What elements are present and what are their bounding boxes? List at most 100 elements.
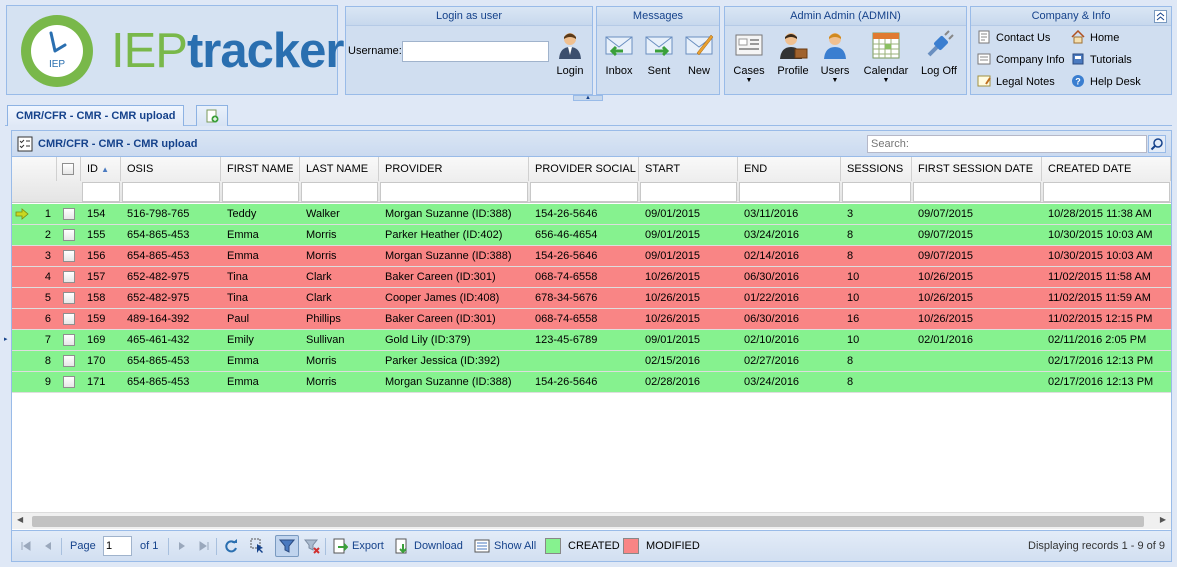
- contact-document-icon: [978, 30, 990, 44]
- row-checkbox[interactable]: [63, 250, 75, 262]
- row-checkbox[interactable]: [63, 271, 75, 283]
- row-number: 2: [44, 229, 51, 241]
- inbox-button[interactable]: Inbox: [597, 29, 641, 77]
- filter-provider[interactable]: [380, 182, 528, 202]
- table-row[interactable]: 5 158 652-482-975 Tina Clark Cooper James (ID…: [12, 288, 1171, 309]
- filter-sessions[interactable]: [842, 182, 911, 202]
- cell-sessions: 3: [847, 208, 854, 220]
- horizontal-scrollbar[interactable]: ◀ ▶: [12, 512, 1171, 529]
- checklist-icon: [17, 136, 33, 152]
- table-row[interactable]: 2 155 654-865-453 Emma Morris Parker Heather …: [12, 225, 1171, 246]
- logo: IEP IEPtracker: [6, 5, 344, 95]
- table-row[interactable]: 3 156 654-865-453 Emma Morris Morgan Suzanne …: [12, 246, 1171, 267]
- table-row[interactable]: 8 170 654-865-453 Emma Morris Parker Jessica …: [12, 351, 1171, 372]
- column-header-id[interactable]: ID ▲: [81, 157, 121, 181]
- column-header-start[interactable]: START: [639, 157, 738, 181]
- cell-provider: Parker Heather (ID:402): [385, 229, 503, 241]
- new-message-button[interactable]: New: [677, 29, 721, 77]
- cell-created-date: 02/17/2016 12:13 PM: [1048, 376, 1154, 388]
- cell-first-session-date: 10/26/2015: [918, 313, 974, 325]
- toolbar-separator: [61, 538, 62, 555]
- side-collapse-arrow-icon[interactable]: ▸: [4, 335, 8, 351]
- refresh-icon[interactable]: [223, 538, 239, 554]
- cell-created-date: 02/11/2016 2:05 PM: [1048, 334, 1147, 346]
- row-checkbox[interactable]: [63, 334, 75, 346]
- column-header-provider-social[interactable]: PROVIDER SOCIAL: [529, 157, 639, 181]
- column-header-sessions[interactable]: SESSIONS: [841, 157, 912, 181]
- filter-id[interactable]: [82, 182, 120, 202]
- filter-created-date[interactable]: [1043, 182, 1170, 202]
- table-row[interactable]: 9 171 654-865-453 Emma Morris Morgan Suzanne …: [12, 372, 1171, 393]
- row-checkbox[interactable]: [63, 376, 75, 388]
- search-input[interactable]: [867, 135, 1147, 153]
- header-splitter-handle[interactable]: ▲: [573, 95, 603, 101]
- logoff-plug-icon: [927, 30, 954, 57]
- filter-first-session-date[interactable]: [913, 182, 1041, 202]
- logoff-button[interactable]: Log Off: [917, 29, 961, 77]
- search-button[interactable]: [1148, 135, 1166, 153]
- cell-last-name: Morris: [306, 229, 337, 241]
- last-page-icon[interactable]: [196, 538, 212, 554]
- page-number-input[interactable]: [103, 536, 132, 556]
- cell-first-session-date: 10/26/2015: [918, 271, 974, 283]
- clear-filter-icon[interactable]: [304, 538, 320, 554]
- cell-id: 155: [87, 229, 106, 241]
- filter-osis[interactable]: [122, 182, 220, 202]
- scrollbar-thumb[interactable]: [32, 516, 1144, 527]
- tab-cmr-upload[interactable]: CMR/CFR - CMR - CMR upload: [7, 105, 185, 126]
- login-button[interactable]: Login: [548, 29, 592, 77]
- filter-end[interactable]: [739, 182, 840, 202]
- legal-notes-link[interactable]: Legal Notes: [977, 73, 1055, 91]
- column-header-end[interactable]: END: [738, 157, 841, 181]
- company-info-link[interactable]: Company Info: [977, 51, 1064, 69]
- row-checkbox[interactable]: [63, 229, 75, 241]
- home-link[interactable]: Home: [1071, 29, 1119, 47]
- add-tab-button[interactable]: [196, 105, 228, 126]
- cell-end: 03/24/2016: [744, 376, 800, 388]
- help-desk-link[interactable]: ? Help Desk: [1071, 73, 1141, 91]
- cell-provider: Baker Careen (ID:301): [385, 313, 496, 325]
- scroll-left-icon[interactable]: ◀: [17, 515, 23, 524]
- table-row[interactable]: 7 169 465-461-432 Emily Sullivan Gold Lily (I…: [12, 330, 1171, 351]
- cell-id: 170: [87, 355, 106, 367]
- select-all-checkbox[interactable]: [62, 163, 74, 175]
- grid-body: 1 154 516-798-765 Teddy Walker Morgan Suzanne…: [12, 204, 1171, 512]
- column-header-last-name[interactable]: LAST NAME: [300, 157, 379, 181]
- filter-provider-social[interactable]: [530, 182, 638, 202]
- row-checkbox[interactable]: [63, 313, 75, 325]
- contact-us-link[interactable]: Contact Us: [977, 29, 1050, 47]
- table-row[interactable]: 1 154 516-798-765 Teddy Walker Morgan Suzanne…: [12, 204, 1171, 225]
- users-button[interactable]: Users ▼: [813, 29, 857, 85]
- tutorials-link[interactable]: Tutorials: [1071, 51, 1132, 69]
- column-header-created-date[interactable]: CREATED DATE: [1042, 157, 1171, 181]
- cases-button[interactable]: Cases ▼: [727, 29, 771, 85]
- users-icon: [824, 33, 846, 59]
- table-row[interactable]: 4 157 652-482-975 Tina Clark Baker Careen (ID…: [12, 267, 1171, 288]
- sent-button[interactable]: Sent: [637, 29, 681, 77]
- filter-last-name[interactable]: [301, 182, 378, 202]
- column-header-first-session-date[interactable]: FIRST SESSION DATE: [912, 157, 1042, 181]
- collapse-icon[interactable]: [1154, 10, 1167, 23]
- row-checkbox[interactable]: [63, 292, 75, 304]
- cell-end: 02/14/2016: [744, 250, 800, 262]
- next-page-icon[interactable]: [174, 538, 190, 554]
- calendar-button[interactable]: Calendar ▼: [861, 29, 911, 85]
- column-header-provider[interactable]: PROVIDER: [379, 157, 529, 181]
- cases-dropdown-arrow-icon: ▼: [745, 77, 753, 84]
- profile-button[interactable]: Profile: [771, 29, 815, 77]
- filter-toggle-button[interactable]: [275, 535, 299, 557]
- username-input[interactable]: [402, 41, 549, 62]
- column-header-first-name[interactable]: FIRST NAME: [221, 157, 300, 181]
- export-icon: [333, 538, 348, 554]
- scroll-right-icon[interactable]: ▶: [1160, 515, 1166, 524]
- row-checkbox[interactable]: [63, 355, 75, 367]
- row-checkbox[interactable]: [63, 208, 75, 220]
- filter-first-name[interactable]: [222, 182, 299, 202]
- app-header: IEP IEPtracker Login as user Username: L…: [0, 0, 1177, 101]
- select-cursor-icon[interactable]: [250, 538, 266, 554]
- table-row[interactable]: 6 159 489-164-392 Paul Phillips Baker Careen …: [12, 309, 1171, 330]
- previous-page-icon[interactable]: [40, 538, 56, 554]
- filter-start[interactable]: [640, 182, 737, 202]
- first-page-icon[interactable]: [18, 538, 34, 554]
- column-header-osis[interactable]: OSIS: [121, 157, 221, 181]
